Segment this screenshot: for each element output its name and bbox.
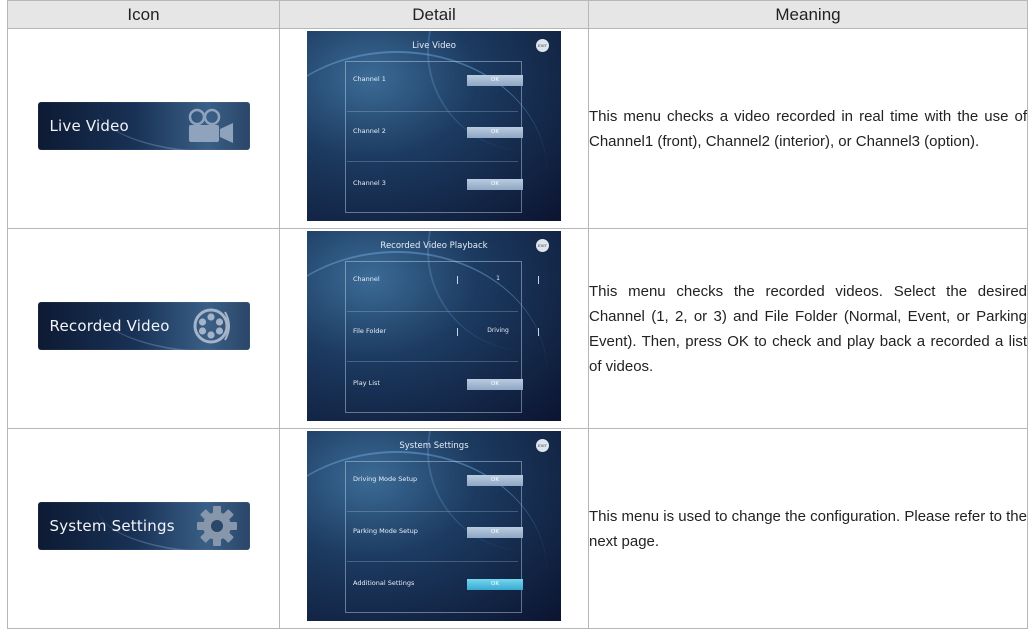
menu-table: Icon Detail Meaning Live Video Live Vide…	[7, 0, 1028, 629]
meaning-cell: This menu is used to change the configur…	[588, 428, 1028, 629]
exit-icon[interactable]: EXIT	[536, 239, 549, 252]
film-reel-icon	[192, 306, 234, 350]
row-label: Parking Mode Setup	[353, 527, 418, 535]
ok-button[interactable]: OK	[467, 379, 523, 390]
table-row: Recorded Video Recorded Video Playback E…	[7, 228, 1028, 429]
recorded-video-button[interactable]: Recorded Video	[37, 302, 250, 350]
detail-cell: Live Video EXIT Channel 1 OK Channel 2 O…	[279, 28, 589, 229]
screen-title: System Settings	[399, 441, 469, 451]
row-label: Channel 1	[353, 75, 386, 83]
meaning-cell: This menu checks a video recorded in rea…	[588, 28, 1028, 229]
divider	[347, 111, 518, 112]
screen-row: Channel 3 OK	[353, 179, 529, 191]
meaning-cell: This menu checks the recorded videos. Se…	[588, 228, 1028, 429]
screen-row: Driving Mode Setup OK	[353, 475, 529, 487]
header-row: Icon Detail Meaning	[7, 0, 1028, 29]
recorded-video-playback-screen: Recorded Video Playback EXIT Channel 1 F…	[307, 231, 561, 421]
row-label: Channel 3	[353, 179, 386, 187]
ok-button[interactable]: OK	[467, 475, 523, 486]
ok-button[interactable]: OK	[467, 579, 523, 590]
screen-row: Channel 2 OK	[353, 127, 529, 139]
recorded-video-label: Recorded Video	[49, 317, 170, 335]
icon-cell: Recorded Video	[7, 228, 280, 429]
row-label: Driving Mode Setup	[353, 475, 418, 483]
live-video-button[interactable]: Live Video	[37, 102, 250, 150]
system-settings-screen: System Settings EXIT Driving Mode Setup …	[307, 431, 561, 621]
header-icon: Icon	[7, 0, 280, 29]
file-folder-select[interactable]: Driving	[457, 327, 539, 336]
meaning-text: This menu checks the recorded videos. Se…	[589, 282, 1027, 375]
gear-icon	[196, 505, 238, 550]
live-video-screen: Live Video EXIT Channel 1 OK Channel 2 O…	[307, 31, 561, 221]
screen-title: Recorded Video Playback	[380, 241, 488, 251]
video-camera-icon	[184, 107, 236, 150]
row-label: Additional Settings	[353, 579, 415, 587]
meaning-text: This menu checks a video recorded in rea…	[589, 107, 1027, 150]
meaning-text: This menu is used to change the configur…	[589, 507, 1027, 550]
row-label: File Folder	[353, 327, 387, 335]
divider	[347, 161, 518, 162]
detail-cell: System Settings EXIT Driving Mode Setup …	[279, 428, 589, 629]
header-meaning: Meaning	[588, 0, 1028, 29]
ok-button[interactable]: OK	[467, 527, 523, 538]
system-settings-button[interactable]: System Settings	[37, 502, 250, 550]
exit-icon[interactable]: EXIT	[536, 439, 549, 452]
screen-row: Channel 1 OK	[353, 75, 529, 87]
channel-select[interactable]: 1	[457, 275, 539, 284]
screen-row: Play List OK	[353, 379, 529, 391]
row-label: Channel	[353, 275, 380, 283]
divider	[347, 561, 518, 562]
divider	[347, 511, 518, 512]
divider	[347, 361, 518, 362]
header-detail: Detail	[279, 0, 589, 29]
ok-button[interactable]: OK	[467, 75, 523, 86]
row-label: Play List	[353, 379, 380, 387]
ok-button[interactable]: OK	[467, 127, 523, 138]
row-label: Channel 2	[353, 127, 386, 135]
screen-title: Live Video	[412, 41, 456, 51]
icon-cell: Live Video	[7, 28, 280, 229]
system-settings-label: System Settings	[49, 517, 175, 535]
screen-row: File Folder Driving	[353, 327, 539, 339]
exit-icon[interactable]: EXIT	[536, 39, 549, 52]
ok-button[interactable]: OK	[467, 179, 523, 190]
screen-row: Channel 1	[353, 275, 539, 287]
table-row: Live Video Live Video EXIT Channel 1 OK …	[7, 28, 1028, 229]
detail-cell: Recorded Video Playback EXIT Channel 1 F…	[279, 228, 589, 429]
screen-row: Parking Mode Setup OK	[353, 527, 529, 539]
screen-row: Additional Settings OK	[353, 579, 529, 591]
table-row: System Settings System Settings EXIT Dri…	[7, 428, 1028, 629]
icon-cell: System Settings	[7, 428, 280, 629]
divider	[347, 311, 518, 312]
live-video-label: Live Video	[49, 117, 129, 135]
